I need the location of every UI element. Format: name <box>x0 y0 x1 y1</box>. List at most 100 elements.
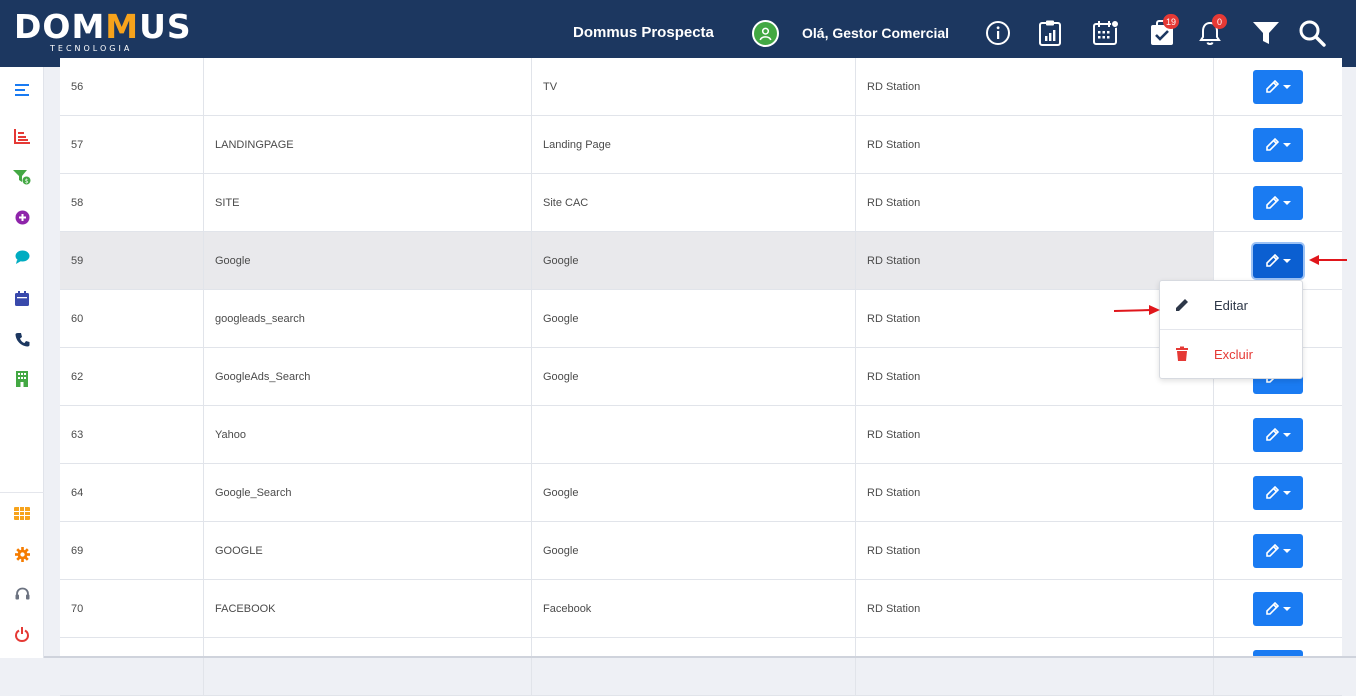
row-actions-button[interactable] <box>1253 533 1303 568</box>
cell-name <box>204 638 532 695</box>
grid-icon[interactable] <box>12 503 32 523</box>
row-actions-button-open[interactable] <box>1253 243 1303 278</box>
dommus-logo[interactable]: DOMMUS TECNOLOGIA <box>14 10 192 56</box>
table-row <box>60 638 1342 696</box>
cell-type: Landing Page <box>532 116 856 173</box>
cell-source <box>856 638 1214 695</box>
phone-icon[interactable] <box>12 329 32 349</box>
search-icon[interactable] <box>1298 18 1326 48</box>
cell-type: Site CAC <box>532 174 856 231</box>
cell-name: GoogleAds_Search <box>204 348 532 405</box>
pencil-icon <box>1265 80 1279 93</box>
pencil-icon <box>1265 254 1279 267</box>
cell-id: 70 <box>60 580 204 637</box>
filter-icon[interactable] <box>1252 18 1280 48</box>
cell-name <box>204 58 532 115</box>
sidebar-divider <box>0 492 44 493</box>
chart-icon[interactable] <box>12 126 32 146</box>
cell-id: 59 <box>60 232 204 289</box>
pencil-icon <box>1265 602 1279 615</box>
cell-source: RD Station <box>856 116 1214 173</box>
cell-id: 63 <box>60 406 204 463</box>
tasks-badge: 19 <box>1162 14 1179 29</box>
row-actions-button[interactable] <box>1253 69 1303 104</box>
cell-id <box>60 638 204 695</box>
user-greeting[interactable]: Olá, Gestor Comercial <box>802 25 949 41</box>
pencil-icon <box>1265 196 1279 209</box>
cell-type: Google <box>532 522 856 579</box>
cell-type: Google <box>532 348 856 405</box>
cell-source: RD Station <box>856 522 1214 579</box>
cell-id: 57 <box>60 116 204 173</box>
user-avatar-icon[interactable] <box>752 20 779 47</box>
cell-type: Google <box>532 464 856 521</box>
cell-name: Yahoo <box>204 406 532 463</box>
cell-name: LANDINGPAGE <box>204 116 532 173</box>
trash-icon <box>1176 346 1188 361</box>
cell-source: RD Station <box>856 580 1214 637</box>
svg-text:$: $ <box>25 178 29 185</box>
building-icon[interactable] <box>12 369 32 389</box>
caret-down-icon <box>1282 490 1291 495</box>
table-row: 62 GoogleAds_Search Google RD Station <box>60 348 1342 406</box>
delete-menu-item[interactable]: Excluir <box>1160 330 1302 378</box>
row-actions-button[interactable] <box>1253 475 1303 510</box>
row-actions-dropdown: Editar Excluir <box>1159 280 1303 379</box>
row-actions-button[interactable] <box>1253 185 1303 220</box>
cell-id: 58 <box>60 174 204 231</box>
table-row: 63 Yahoo RD Station <box>60 406 1342 464</box>
cell-type: Google <box>532 290 856 347</box>
cell-name: Google <box>204 232 532 289</box>
gear-icon[interactable] <box>12 544 32 564</box>
top-header: DOMMUS TECNOLOGIA Dommus Prospecta Olá, … <box>0 0 1356 67</box>
bell-icon[interactable]: 0 <box>1196 14 1227 48</box>
caret-down-icon <box>1282 142 1291 147</box>
caret-down-icon <box>1282 84 1291 89</box>
edit-label: Editar <box>1214 297 1248 313</box>
cell-type <box>532 406 856 463</box>
sidebar: $ <box>0 67 44 658</box>
cell-type <box>532 638 856 695</box>
origins-table: 56 TV RD Station 57 LANDINGPAGE Landing … <box>60 58 1342 696</box>
cell-name: FACEBOOK <box>204 580 532 637</box>
tasks-icon[interactable]: 19 <box>1148 14 1179 48</box>
pencil-icon <box>1265 486 1279 499</box>
cell-id: 56 <box>60 58 204 115</box>
table-row-selected: 59 Google Google RD Station <box>60 232 1342 290</box>
cell-source: RD Station <box>856 406 1214 463</box>
cell-name: Google_Search <box>204 464 532 521</box>
cell-name: GOOGLE <box>204 522 532 579</box>
table-row: 57 LANDINGPAGE Landing Page RD Station <box>60 116 1342 174</box>
table-row: 64 Google_Search Google RD Station <box>60 464 1342 522</box>
headset-icon[interactable] <box>12 584 32 604</box>
table-row: 56 TV RD Station <box>60 58 1342 116</box>
report-icon[interactable] <box>1036 18 1064 48</box>
plus-circle-icon[interactable] <box>12 207 32 227</box>
pencil-icon <box>1265 428 1279 441</box>
row-actions-button[interactable] <box>1253 417 1303 452</box>
table-row: 70 FACEBOOK Facebook RD Station <box>60 580 1342 638</box>
cell-type: Google <box>532 232 856 289</box>
cell-type: Facebook <box>532 580 856 637</box>
chat-icon[interactable] <box>12 247 32 267</box>
edit-menu-item[interactable]: Editar <box>1160 281 1302 329</box>
cell-source: RD Station <box>856 174 1214 231</box>
power-icon[interactable] <box>12 624 32 644</box>
cell-source: RD Station <box>856 58 1214 115</box>
delete-label: Excluir <box>1214 346 1254 362</box>
row-actions-button[interactable] <box>1253 591 1303 626</box>
pencil-icon <box>1265 544 1279 557</box>
row-actions-button[interactable] <box>1253 127 1303 162</box>
app-title: Dommus Prospecta <box>573 24 714 41</box>
caret-down-icon <box>1282 258 1291 263</box>
caret-down-icon <box>1282 432 1291 437</box>
funnel-dollar-icon[interactable]: $ <box>12 167 32 187</box>
table-row: 60 googleads_search Google RD Station <box>60 290 1342 348</box>
pencil-icon <box>1176 299 1188 311</box>
calendar-icon[interactable] <box>1092 18 1120 48</box>
caret-down-icon <box>1282 548 1291 553</box>
info-icon[interactable] <box>984 18 1012 48</box>
calendar-icon[interactable] <box>12 288 32 308</box>
cell-id: 60 <box>60 290 204 347</box>
menu-icon[interactable] <box>12 80 32 100</box>
